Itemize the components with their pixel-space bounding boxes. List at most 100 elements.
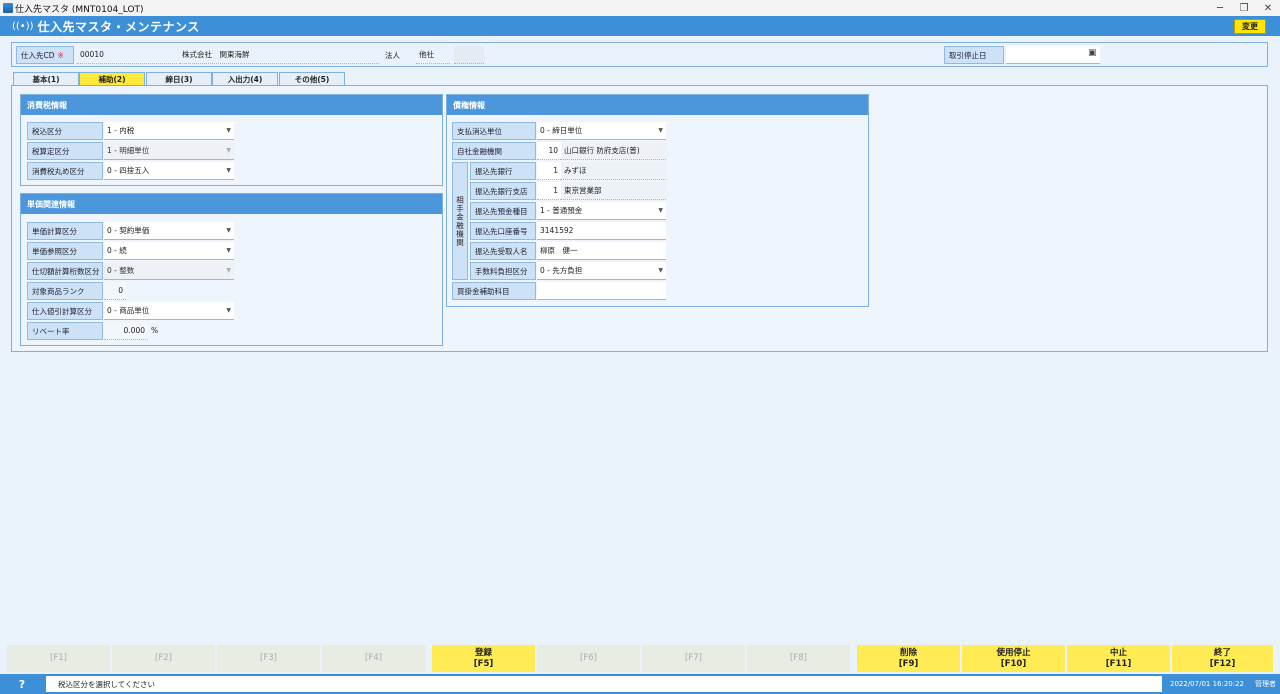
price-section-title: 単価関連情報 <box>21 194 442 214</box>
percent-unit: % <box>151 326 159 335</box>
chevron-down-icon: ▼ <box>658 127 663 134</box>
stop-date-label: 取引停止日 <box>944 46 1004 64</box>
tax-round-select[interactable]: 0 - 四捨五入 ▼ <box>104 162 234 180</box>
f1-button[interactable]: [F1] <box>7 645 110 672</box>
discount-value: 0 - 商品単位 <box>107 306 150 315</box>
suspend-button[interactable]: 使用停止 [F10] <box>962 645 1065 672</box>
tax-incl-select[interactable]: 1 - 内税 ▼ <box>104 122 234 140</box>
minimize-button[interactable]: ─ <box>1208 0 1232 16</box>
f4-button[interactable]: [F4] <box>322 645 425 672</box>
tax-calc-label: 税算定区分 <box>27 142 103 160</box>
f7-key: [F7] <box>685 653 702 663</box>
chevron-down-icon: ▼ <box>226 307 231 314</box>
delete-button[interactable]: 削除 [F9] <box>857 645 960 672</box>
supplier-code-label-text: 仕入先CD <box>21 50 55 60</box>
own-bank-code[interactable]: 10 <box>537 142 561 160</box>
tax-incl-value: 1 - 内税 <box>107 126 135 135</box>
change-button[interactable]: 変更 <box>1234 19 1266 34</box>
f3-button[interactable]: [F3] <box>217 645 320 672</box>
f4-key: [F4] <box>365 653 382 663</box>
holder-label: 振込先受取人名 <box>470 242 536 260</box>
tax-round-label: 消費税丸め区分 <box>27 162 103 180</box>
pay-unit-select[interactable]: 0 - 締日単位 ▼ <box>537 122 666 140</box>
own-bank-name: 山口銀行 防府支店(普) <box>561 142 666 160</box>
corp-type-value: 他社 <box>416 46 450 64</box>
tax-section-title: 消費税情報 <box>21 95 442 115</box>
exit-button[interactable]: 終了 [F12] <box>1172 645 1273 672</box>
window-titlebar: 仕入先マスタ (MNT0104_LOT) ─ ❐ ✕ <box>0 0 1280 16</box>
discount-select[interactable]: 0 - 商品単位 ▼ <box>104 302 234 320</box>
chevron-down-icon: ▼ <box>226 247 231 254</box>
branch-code[interactable]: 1 <box>537 182 561 200</box>
calendar-icon[interactable]: ▣ <box>1088 48 1097 58</box>
f12-key: [F12] <box>1209 658 1236 669</box>
chevron-down-icon: ▼ <box>226 267 231 274</box>
f10-key: [F10] <box>1000 658 1027 669</box>
chevron-down-icon: ▼ <box>226 227 231 234</box>
rebate-label: リベート率 <box>27 322 103 340</box>
window-title: 仕入先マスタ (MNT0104_LOT) <box>15 4 144 15</box>
rank-value[interactable]: 0 <box>104 282 126 300</box>
fee-select[interactable]: 0 - 先方負担 ▼ <box>537 262 666 280</box>
tab-io[interactable]: 入出力(4) <box>212 72 278 86</box>
tax-incl-label: 税込区分 <box>27 122 103 140</box>
f5-key: [F5] <box>473 658 494 669</box>
status-info: 2022/07/01 16:20:22 管理者 <box>1166 674 1280 694</box>
aux-account-input[interactable] <box>537 282 666 300</box>
unit-calc-value: 0 - 契約単価 <box>107 226 150 235</box>
rebate-value[interactable]: 0.000 <box>104 322 148 340</box>
tab-closing-date[interactable]: 締日(3) <box>146 72 212 86</box>
f3-key: [F3] <box>260 653 277 663</box>
account-input[interactable]: 3141592 <box>537 222 666 240</box>
digits-label: 仕切額計算桁数区分 <box>27 262 103 280</box>
cancel-button[interactable]: 中止 [F11] <box>1067 645 1170 672</box>
help-button[interactable]: ? <box>0 674 44 694</box>
f8-key: [F8] <box>790 653 807 663</box>
supplier-code-value[interactable]: 00010 <box>77 46 177 64</box>
chevron-down-icon: ▼ <box>226 167 231 174</box>
tab-other[interactable]: その他(5) <box>279 72 345 86</box>
status-user: 管理者 <box>1255 680 1276 688</box>
digits-select: 0 - 整数 ▼ <box>104 262 234 280</box>
restore-button[interactable]: ❐ <box>1232 0 1256 16</box>
f11-label: 中止 <box>1109 647 1127 658</box>
unit-calc-select[interactable]: 0 - 契約単価 ▼ <box>104 222 234 240</box>
bank-label: 振込先銀行 <box>470 162 536 180</box>
bank-name: みずほ <box>561 162 666 180</box>
f2-key: [F2] <box>155 653 172 663</box>
bank-code[interactable]: 1 <box>537 162 561 180</box>
status-datetime: 2022/07/01 16:20:22 <box>1170 680 1245 688</box>
branch-name: 東京営業部 <box>561 182 666 200</box>
register-button[interactable]: 登録 [F5] <box>432 645 535 672</box>
tab-auxiliary[interactable]: 補助(2) <box>79 72 145 86</box>
corp-type-extra <box>454 46 484 64</box>
stop-date-input[interactable] <box>1006 46 1100 64</box>
tax-calc-select: 1 - 明細単位 ▼ <box>104 142 234 160</box>
deposit-type-value: 1 - 普通預金 <box>540 206 583 215</box>
close-button[interactable]: ✕ <box>1256 0 1280 16</box>
unit-ref-value: 0 - 続 <box>107 246 127 255</box>
chevron-down-icon: ▼ <box>226 147 231 154</box>
f6-button[interactable]: [F6] <box>537 645 640 672</box>
broadcast-icon: ((•)) <box>12 20 34 32</box>
unit-ref-select[interactable]: 0 - 続 ▼ <box>104 242 234 260</box>
f2-button[interactable]: [F2] <box>112 645 215 672</box>
partner-bank-label: 相手金融機関 <box>452 162 468 280</box>
supplier-code-label: 仕入先CD ※ <box>16 46 74 64</box>
tab-basic[interactable]: 基本(1) <box>13 72 79 86</box>
deposit-type-select[interactable]: 1 - 普通預金 ▼ <box>537 202 666 220</box>
page-title: 仕入先マスタ・メンテナンス <box>37 19 200 34</box>
fee-value: 0 - 先方負担 <box>540 266 583 275</box>
status-message: 税込区分を選択してください <box>46 676 1162 692</box>
account-label: 振込先口座番号 <box>470 222 536 240</box>
own-bank-label: 自社金融機関 <box>452 142 536 160</box>
fee-label: 手数料負担区分 <box>470 262 536 280</box>
f7-button[interactable]: [F7] <box>642 645 745 672</box>
holder-input[interactable]: 柳原 健一 <box>537 242 666 260</box>
f1-key: [F1] <box>50 653 67 663</box>
f11-key: [F11] <box>1105 658 1132 669</box>
tax-calc-value: 1 - 明細単位 <box>107 146 150 155</box>
f10-label: 使用停止 <box>996 647 1031 658</box>
f8-button[interactable]: [F8] <box>747 645 850 672</box>
tax-round-value: 0 - 四捨五入 <box>107 166 150 175</box>
